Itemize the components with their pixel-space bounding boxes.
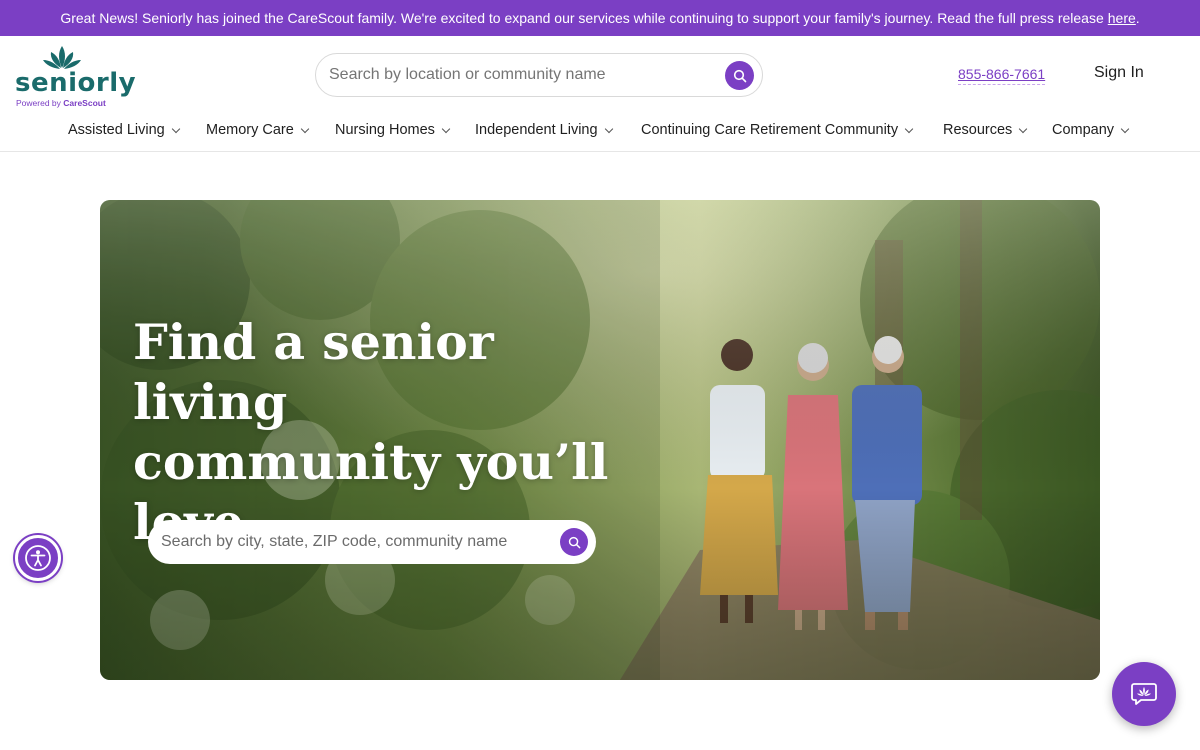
chevron-down-icon bbox=[300, 124, 310, 133]
chevron-down-icon bbox=[1120, 124, 1130, 133]
powered-brand: CareScout bbox=[63, 98, 106, 108]
announcement-banner: Great News! Seniorly has joined the Care… bbox=[0, 0, 1200, 36]
chevron-down-icon bbox=[171, 124, 180, 133]
header-search-button[interactable] bbox=[725, 61, 754, 90]
nav-item-label: Company bbox=[1052, 122, 1115, 138]
search-icon bbox=[568, 536, 580, 548]
banner-text: Great News! Seniorly has joined the Care… bbox=[60, 10, 1104, 26]
chevron-down-icon bbox=[441, 124, 451, 133]
sign-in-button[interactable]: Sign In bbox=[1094, 64, 1144, 82]
chat-icon bbox=[1131, 683, 1157, 705]
hero-title: Find a senior living community you’ll lo… bbox=[133, 312, 653, 552]
accessibility-icon bbox=[25, 545, 51, 571]
nav-item-label: Assisted Living bbox=[68, 122, 165, 138]
header-search-bar bbox=[315, 53, 763, 97]
hero-section: Find a senior living community you’ll lo… bbox=[100, 200, 1100, 680]
powered-by: Powered by CareScout bbox=[16, 98, 106, 108]
chevron-down-icon bbox=[904, 124, 914, 133]
seniorly-logo[interactable]: seniorly Powered by CareScout bbox=[15, 44, 136, 108]
nav-item-company[interactable]: Company bbox=[1052, 122, 1130, 138]
nav-item-label: Independent Living bbox=[475, 122, 598, 138]
accessibility-button[interactable] bbox=[15, 535, 61, 581]
powered-prefix: Powered by bbox=[16, 98, 61, 108]
nav-item-nursing-homes[interactable]: Nursing Homes bbox=[335, 122, 451, 138]
banner-trailing: . bbox=[1135, 10, 1140, 26]
chat-button[interactable] bbox=[1112, 662, 1176, 726]
nav-item-label: Memory Care bbox=[206, 122, 294, 138]
phone-link[interactable]: 855-866-7661 bbox=[958, 66, 1046, 85]
hero-search-input[interactable] bbox=[161, 533, 541, 551]
nav-item-independent-living[interactable]: Independent Living bbox=[475, 122, 613, 138]
main-nav: Assisted Living Memory Care Nursing Home… bbox=[0, 118, 1200, 152]
nav-item-memory-care[interactable]: Memory Care bbox=[206, 122, 310, 138]
hero-title-line-2: community you’ll bbox=[133, 433, 609, 491]
nav-item-assisted-living[interactable]: Assisted Living bbox=[68, 122, 180, 138]
chevron-down-icon bbox=[1019, 124, 1028, 133]
nav-item-label: Continuing Care Retirement Community bbox=[641, 122, 899, 138]
chevron-down-icon bbox=[604, 124, 613, 133]
nav-item-label: Nursing Homes bbox=[335, 122, 435, 138]
hero-search-button[interactable] bbox=[560, 528, 588, 556]
logo-wordmark: seniorly bbox=[15, 68, 137, 98]
search-icon bbox=[733, 69, 746, 82]
nav-item-resources[interactable]: Resources bbox=[943, 122, 1028, 138]
hero-title-line-1: Find a senior living bbox=[133, 313, 494, 431]
nav-item-ccrc[interactable]: Continuing Care Retirement Community bbox=[641, 122, 914, 138]
nav-item-label: Resources bbox=[943, 122, 1013, 138]
hero-search-bar bbox=[148, 520, 596, 564]
header-search-input[interactable] bbox=[329, 66, 709, 84]
press-release-link[interactable]: here bbox=[1108, 10, 1136, 26]
